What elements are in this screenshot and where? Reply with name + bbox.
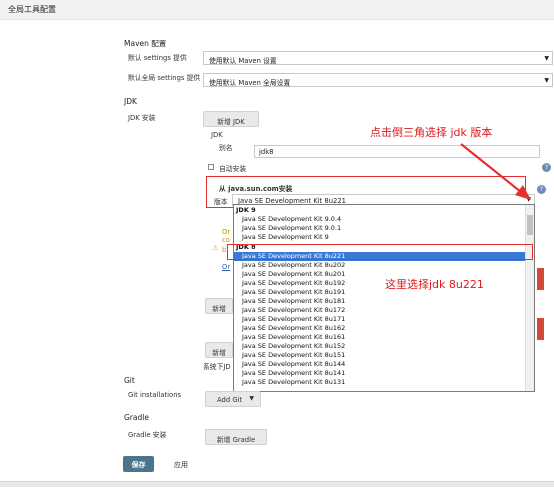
- dropdown-option[interactable]: Java SE Development Kit 9.0.4: [234, 215, 526, 224]
- git-section-title: Git: [124, 376, 135, 385]
- gradle-section-title: Gradle: [124, 413, 149, 422]
- gradle-install-label: Gradle 安装: [128, 431, 167, 439]
- maven-settings-value: 使用默认 Maven 设置: [209, 57, 277, 65]
- partial-text: Or: [222, 228, 231, 236]
- top-bar: 全局工具配置: [0, 0, 554, 20]
- dropdown-option[interactable]: Java SE Development Kit 8u161: [234, 333, 526, 342]
- maven-global-settings-label: 默认全局 settings 提供: [128, 74, 201, 82]
- maven-section-title: Maven 配置: [124, 39, 167, 48]
- warning-icon: ⚠: [212, 244, 219, 252]
- maven-global-settings-value: 使用默认 Maven 全局设置: [209, 79, 291, 87]
- partial-text: co: [222, 236, 230, 244]
- system-note: 系统下JD: [203, 363, 231, 371]
- dropdown-option[interactable]: Java SE Development Kit 8u141: [234, 369, 526, 378]
- version-label: 版本: [214, 198, 228, 206]
- annotation-arrow: [460, 143, 531, 200]
- dropdown-option[interactable]: Java SE Development Kit 8u152: [234, 342, 526, 351]
- version-dropdown-list[interactable]: JDK 9 Java SE Development Kit 9.0.4 Java…: [233, 204, 535, 392]
- add-installer-button[interactable]: 新增: [205, 342, 233, 358]
- maven-settings-label: 默认 settings 提供: [128, 54, 187, 62]
- dropdown-option[interactable]: Java SE Development Kit 8u151: [234, 351, 526, 360]
- auto-install-checkbox[interactable]: [208, 164, 214, 170]
- jdk-install-label: JDK 安装: [128, 114, 156, 122]
- annotation-note-list: 这里选择jdk 8u221: [385, 278, 484, 291]
- dropdown-option[interactable]: Java SE Development Kit 8u162: [234, 324, 526, 333]
- dropdown-option[interactable]: Java SE Development Kit 8u202: [234, 261, 526, 270]
- chevron-down-icon: ▼: [544, 77, 549, 84]
- jdk-alias-label: 别名: [219, 144, 233, 152]
- installer-title: 从 java.sun.com安装: [219, 185, 293, 193]
- chevron-down-icon: ▼: [544, 55, 549, 62]
- jdk-section-title: JDK: [124, 97, 137, 106]
- add-git-label: Add Git: [217, 396, 243, 404]
- delete-bar[interactable]: [537, 268, 544, 290]
- dropdown-option[interactable]: Java SE Development Kit 8u144: [234, 360, 526, 369]
- dropdown-scrollbar[interactable]: [525, 205, 534, 391]
- scrollbar-thumb[interactable]: [527, 215, 533, 235]
- delete-bar[interactable]: [537, 318, 544, 340]
- dropdown-option[interactable]: Java SE Development Kit 8u181: [234, 297, 526, 306]
- dropdown-option[interactable]: Java SE Development Kit 9: [234, 233, 526, 242]
- add-git-button[interactable]: Add Git ▼: [205, 391, 261, 407]
- jdk-heading: JDK: [211, 131, 223, 139]
- add-gradle-button[interactable]: 新增 Gradle: [205, 429, 267, 445]
- partial-text: b: [222, 246, 227, 254]
- dropdown-option[interactable]: Java SE Development Kit 9.0.1: [234, 224, 526, 233]
- auto-install-label: 自动安装: [219, 165, 247, 173]
- partial-link[interactable]: Or: [222, 263, 230, 271]
- maven-settings-select[interactable]: 使用默认 Maven 设置 ▼: [203, 51, 553, 65]
- chevron-down-icon: ▼: [249, 395, 254, 402]
- annotation-note-top: 点击倒三角选择 jdk 版本: [370, 126, 493, 139]
- page-title: 全局工具配置: [8, 5, 56, 14]
- add-jdk-button[interactable]: 新增 JDK: [203, 111, 259, 127]
- save-button[interactable]: 保存: [123, 456, 154, 472]
- dropdown-option[interactable]: Java SE Development Kit 8u172: [234, 306, 526, 315]
- git-installations-label: Git installations: [128, 391, 182, 399]
- maven-global-settings-select[interactable]: 使用默认 Maven 全局设置 ▼: [203, 73, 553, 87]
- add-installer-button[interactable]: 新增: [205, 298, 233, 314]
- apply-button[interactable]: 应用: [174, 460, 188, 470]
- dropdown-option[interactable]: Java SE Development Kit 8u171: [234, 315, 526, 324]
- annotation-box-selected: [227, 244, 533, 260]
- dropdown-option[interactable]: Java SE Development Kit 8u131: [234, 378, 526, 387]
- bottom-scrollbar[interactable]: [0, 481, 554, 487]
